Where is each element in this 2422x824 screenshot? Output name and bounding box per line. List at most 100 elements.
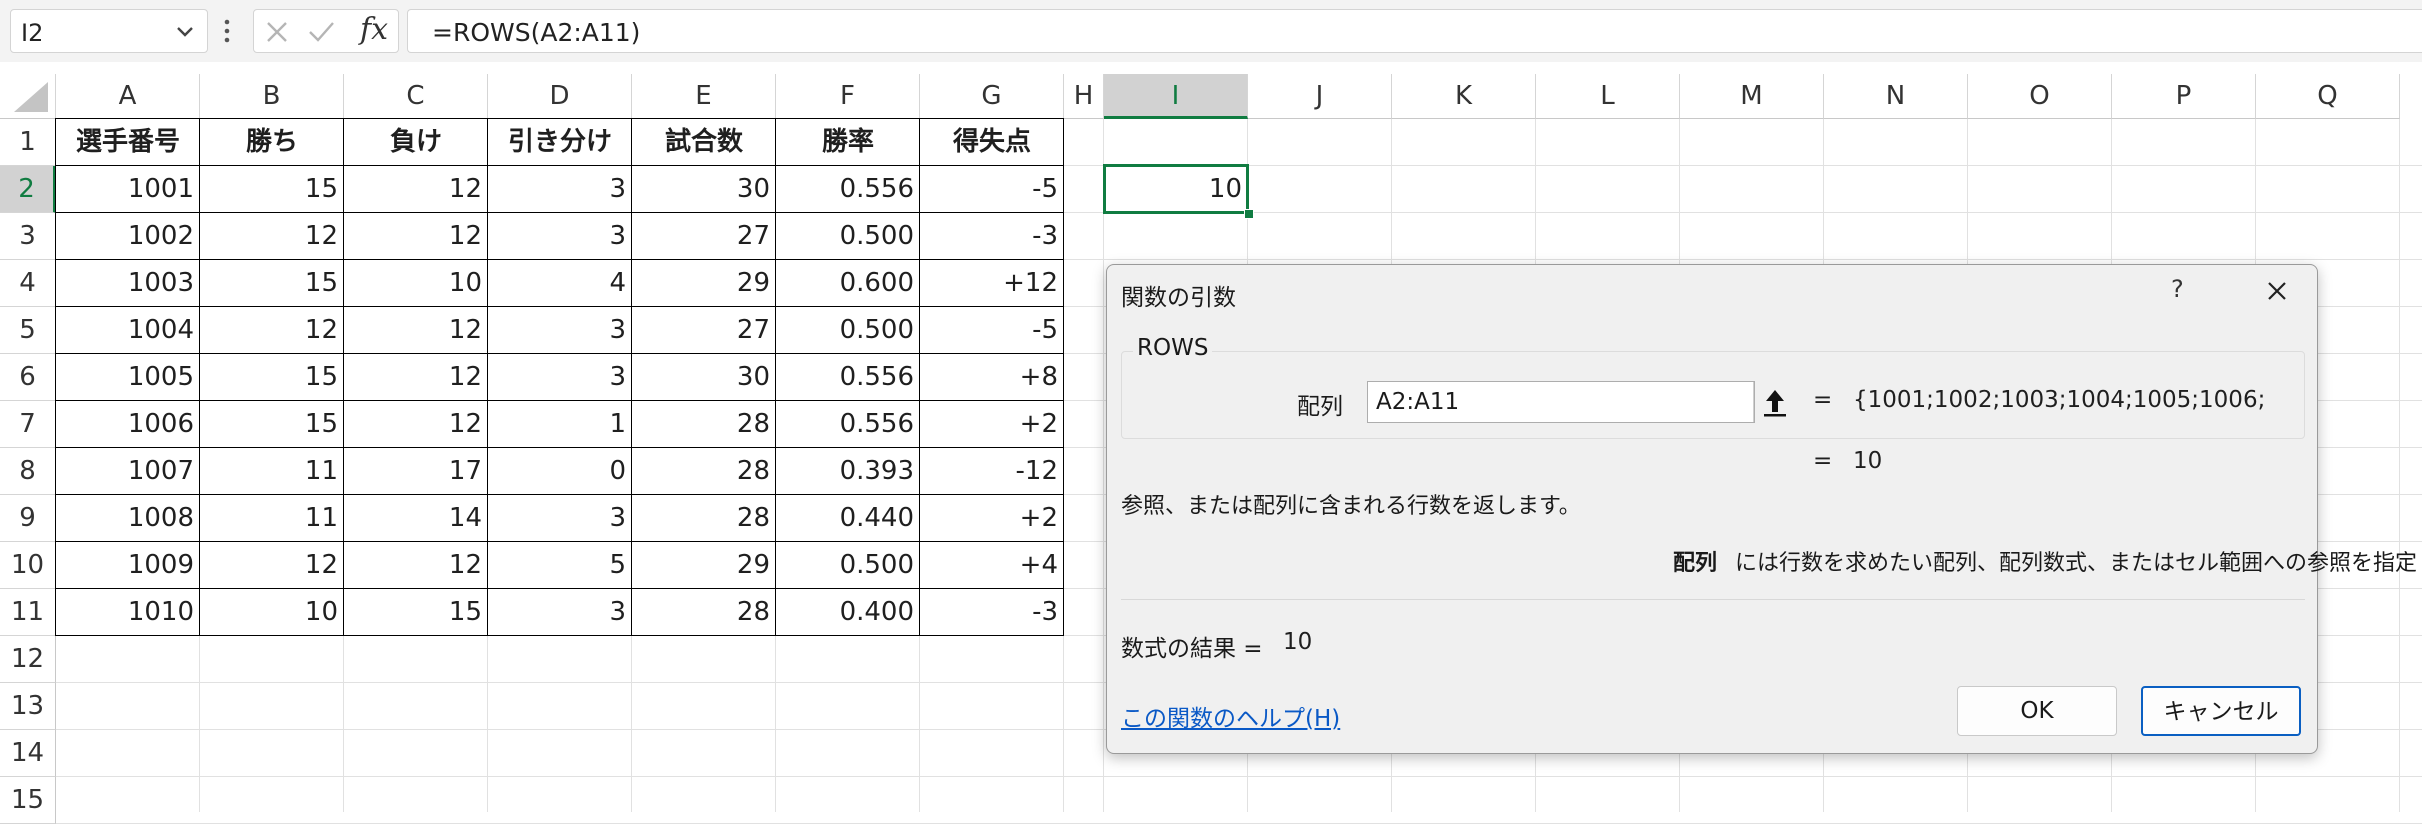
table-header-cell[interactable]: 得失点 [920,119,1064,166]
formula-input[interactable]: =ROWS(A2:A11) [407,9,2422,53]
column-header-f[interactable]: F [776,74,920,119]
array-arg-input[interactable]: A2:A11 [1367,381,1786,423]
table-header-cell[interactable]: 試合数 [632,119,776,166]
table-cell[interactable]: 0.400 [776,589,920,636]
help-icon[interactable]: ? [2171,275,2184,303]
table-header-cell[interactable]: 負け [344,119,488,166]
table-header-cell[interactable]: 選手番号 [56,119,200,166]
column-header-j[interactable]: J [1248,74,1392,119]
name-box[interactable]: I2 [10,9,208,53]
table-cell[interactable]: 28 [632,401,776,448]
table-cell[interactable]: 3 [488,213,632,260]
table-cell[interactable]: 10 [344,260,488,307]
table-cell[interactable]: 1005 [56,354,200,401]
table-cell[interactable]: 3 [488,166,632,213]
table-cell[interactable]: 1003 [56,260,200,307]
column-header-n[interactable]: N [1824,74,1968,119]
row-header-14[interactable]: 14 [0,730,56,777]
row-header-13[interactable]: 13 [0,683,56,730]
function-help-link[interactable]: この関数のヘルプ(H) [1121,699,1340,733]
column-header-l[interactable]: L [1536,74,1680,119]
table-cell[interactable]: 12 [344,354,488,401]
cancel-button[interactable]: キャンセル [2141,686,2301,736]
confirm-entry-icon[interactable] [306,18,336,46]
table-cell[interactable]: 1010 [56,589,200,636]
table-cell[interactable]: 1009 [56,542,200,589]
chevron-down-icon[interactable] [171,18,199,46]
active-cell-border[interactable] [1103,164,1249,214]
table-cell[interactable]: 3 [488,307,632,354]
table-cell[interactable]: -3 [920,213,1064,260]
table-cell[interactable]: 29 [632,542,776,589]
table-cell[interactable]: 1001 [56,166,200,213]
column-header-o[interactable]: O [1968,74,2112,119]
row-header-2[interactable]: 2 [0,166,56,213]
row-header-7[interactable]: 7 [0,401,56,448]
formula-text[interactable]: =ROWS(A2:A11) [432,18,640,47]
table-cell[interactable]: 12 [344,401,488,448]
table-header-cell[interactable]: 勝ち [200,119,344,166]
table-cell[interactable]: 3 [488,589,632,636]
column-header-h[interactable]: H [1064,74,1104,119]
row-header-5[interactable]: 5 [0,307,56,354]
table-cell[interactable]: 28 [632,589,776,636]
collapse-dialog-icon[interactable] [1753,382,1796,422]
table-cell[interactable]: 27 [632,307,776,354]
table-cell[interactable]: +8 [920,354,1064,401]
table-cell[interactable]: 0.500 [776,542,920,589]
more-options-icon[interactable] [222,16,232,46]
table-cell[interactable]: 12 [344,307,488,354]
table-cell[interactable]: 15 [200,166,344,213]
table-cell[interactable]: 11 [200,448,344,495]
table-cell[interactable]: -5 [920,307,1064,354]
table-cell[interactable]: 15 [200,401,344,448]
table-cell[interactable]: 11 [200,495,344,542]
table-cell[interactable]: 30 [632,166,776,213]
table-cell[interactable]: 0.440 [776,495,920,542]
table-cell[interactable]: 12 [200,542,344,589]
table-cell[interactable]: 0.393 [776,448,920,495]
column-header-q[interactable]: Q [2256,74,2400,119]
table-cell[interactable]: 0.600 [776,260,920,307]
table-cell[interactable]: 29 [632,260,776,307]
table-cell[interactable]: 5 [488,542,632,589]
table-cell[interactable]: 1007 [56,448,200,495]
table-cell[interactable]: 28 [632,448,776,495]
column-header-g[interactable]: G [920,74,1064,119]
table-cell[interactable]: 12 [344,166,488,213]
column-header-m[interactable]: M [1680,74,1824,119]
insert-function-icon[interactable]: fx [360,12,388,47]
table-header-cell[interactable]: 勝率 [776,119,920,166]
table-cell[interactable]: +2 [920,495,1064,542]
select-all-corner[interactable] [0,74,56,119]
column-header-a[interactable]: A [56,74,200,119]
table-cell[interactable]: -12 [920,448,1064,495]
row-header-15[interactable]: 15 [0,777,56,824]
table-cell[interactable]: 1008 [56,495,200,542]
row-header-10[interactable]: 10 [0,542,56,589]
table-cell[interactable]: 0.500 [776,307,920,354]
row-header-11[interactable]: 11 [0,589,56,636]
table-cell[interactable]: 0.556 [776,166,920,213]
cancel-entry-icon[interactable] [262,18,292,46]
column-header-i[interactable]: I [1104,74,1248,119]
table-cell[interactable]: 14 [344,495,488,542]
table-cell[interactable]: 15 [200,260,344,307]
column-header-d[interactable]: D [488,74,632,119]
table-cell[interactable]: 1006 [56,401,200,448]
table-cell[interactable]: 12 [344,542,488,589]
table-cell[interactable]: 4 [488,260,632,307]
column-header-e[interactable]: E [632,74,776,119]
table-cell[interactable]: 1 [488,401,632,448]
row-header-1[interactable]: 1 [0,119,56,166]
table-cell[interactable]: 3 [488,495,632,542]
row-header-12[interactable]: 12 [0,636,56,683]
row-header-4[interactable]: 4 [0,260,56,307]
table-cell[interactable]: -3 [920,589,1064,636]
row-header-9[interactable]: 9 [0,495,56,542]
table-cell[interactable]: 15 [200,354,344,401]
table-cell[interactable]: 10 [200,589,344,636]
close-icon[interactable] [2261,275,2293,307]
column-header-c[interactable]: C [344,74,488,119]
table-cell[interactable]: 27 [632,213,776,260]
